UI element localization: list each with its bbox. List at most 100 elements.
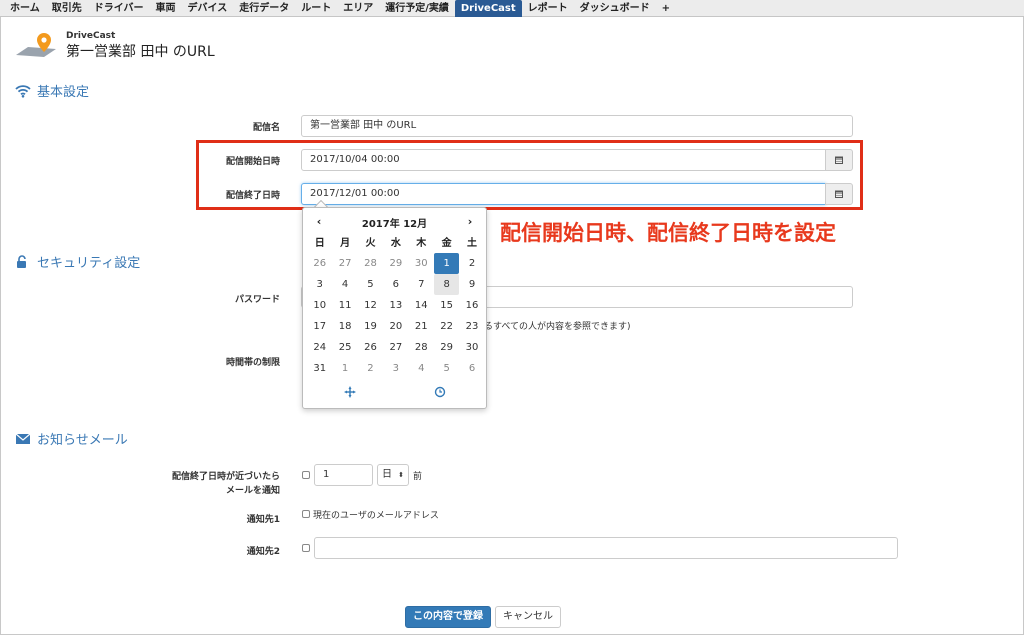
nav-item-driving-data[interactable]: 走行データ xyxy=(233,0,295,17)
datepicker-day[interactable]: 30 xyxy=(459,337,484,358)
nav-item-drivecast[interactable]: DriveCast xyxy=(454,0,522,17)
app-name: DriveCast xyxy=(66,31,116,41)
datepicker-day[interactable]: 23 xyxy=(459,316,484,337)
datepicker-day[interactable]: 18 xyxy=(332,316,357,337)
datepicker-day[interactable]: 4 xyxy=(332,274,357,295)
datepicker-dow: 木 xyxy=(416,238,427,249)
to2-field[interactable] xyxy=(314,537,898,559)
to1-label: 通知先1 xyxy=(246,515,280,525)
submit-button[interactable]: この内容で登録 xyxy=(405,606,491,628)
datepicker-dow: 月 xyxy=(340,238,351,249)
datepicker-day[interactable]: 28 xyxy=(358,253,383,274)
datepicker-day[interactable]: 14 xyxy=(409,295,434,316)
notify-unit-select[interactable]: 日 ⬍ xyxy=(377,464,409,486)
datepicker-day[interactable]: 28 xyxy=(409,337,434,358)
notify-label-line1: 配信終了日時が近づいたら xyxy=(171,472,280,482)
section-mail-title: お知らせメール xyxy=(37,433,128,448)
nav-item-routes[interactable]: ルート xyxy=(295,0,337,17)
cancel-button[interactable]: キャンセル xyxy=(495,606,561,628)
datepicker-day[interactable]: 13 xyxy=(383,295,408,316)
to2-checkbox[interactable] xyxy=(302,544,310,552)
datepicker-day[interactable]: 30 xyxy=(409,253,434,274)
notify-unit-value: 日 xyxy=(382,469,392,480)
drivecast-logo-icon xyxy=(16,33,56,57)
datepicker-day[interactable]: 1 xyxy=(332,358,357,379)
datepicker-day[interactable]: 19 xyxy=(358,316,383,337)
datepicker-day[interactable]: 21 xyxy=(409,316,434,337)
datepicker-day[interactable]: 5 xyxy=(434,358,459,379)
annotation-text: 配信開始日時、配信終了日時を設定 xyxy=(500,221,836,245)
nav-item-areas[interactable]: エリア xyxy=(337,0,379,17)
nav-item-customers[interactable]: 取引先 xyxy=(46,0,88,17)
datepicker-day[interactable]: 29 xyxy=(383,253,408,274)
nav-item-add[interactable]: + xyxy=(656,0,676,17)
datepicker-day[interactable]: 10 xyxy=(307,295,332,316)
name-label: 配信名 xyxy=(252,123,280,133)
nav-item-dashboard[interactable]: ダッシュボード xyxy=(574,0,656,17)
datepicker-dow: 日 xyxy=(314,238,325,249)
datepicker-day[interactable]: 27 xyxy=(383,337,408,358)
datepicker-day[interactable]: 7 xyxy=(409,274,434,295)
datepicker-day[interactable]: 31 xyxy=(307,358,332,379)
datepicker-day[interactable]: 20 xyxy=(383,316,408,337)
datepicker-day[interactable]: 4 xyxy=(409,358,434,379)
time-limit-label: 時間帯の制限 xyxy=(225,358,280,368)
datepicker-week-row: 3456789 xyxy=(307,274,485,295)
datepicker-day[interactable]: 1 xyxy=(433,253,460,274)
datepicker-day[interactable]: 12 xyxy=(358,295,383,316)
name-field[interactable]: 第一営業部 田中 のURL xyxy=(301,115,853,137)
datepicker-day[interactable]: 6 xyxy=(459,358,484,379)
datepicker-day[interactable]: 27 xyxy=(332,253,357,274)
to1-checkbox[interactable] xyxy=(302,510,310,518)
datepicker-day[interactable]: 24 xyxy=(307,337,332,358)
datepicker-dow: 火 xyxy=(365,238,376,249)
notify-checkbox[interactable] xyxy=(302,471,310,479)
datepicker-next-button[interactable]: › xyxy=(460,215,480,228)
datepicker-day[interactable]: 5 xyxy=(358,274,383,295)
datepicker-day[interactable]: 9 xyxy=(459,274,484,295)
nav-item-vehicles[interactable]: 車両 xyxy=(150,0,182,17)
datepicker-day[interactable]: 3 xyxy=(307,274,332,295)
top-nav: ホーム 取引先 ドライバー 車両 デバイス 走行データ ルート エリア 運行予定… xyxy=(0,0,1024,17)
page-title: 第一営業部 田中 のURL xyxy=(66,44,215,60)
datepicker-day[interactable]: 17 xyxy=(307,316,332,337)
to1-text: 現在のユーザのメールアドレス xyxy=(313,511,439,521)
nav-item-home[interactable]: ホーム xyxy=(4,0,46,17)
datepicker-prev-button[interactable]: ‹ xyxy=(309,215,329,228)
nav-item-drivers[interactable]: ドライバー xyxy=(88,0,150,17)
select-arrows-icon: ⬍ xyxy=(398,471,404,479)
datepicker-day[interactable]: 8 xyxy=(433,274,460,295)
datepicker-day[interactable]: 11 xyxy=(332,295,357,316)
datepicker-week-row: 24 25 26 27 28 29 30 xyxy=(307,337,485,358)
datepicker-day[interactable]: 26 xyxy=(307,253,332,274)
datepicker-week-row: 26 27 28 29 30 1 2 xyxy=(307,253,485,274)
section-mail-heading: お知らせメール xyxy=(15,429,128,448)
section-basic-title: 基本設定 xyxy=(37,85,90,100)
datepicker-day[interactable]: 25 xyxy=(332,337,357,358)
datepicker-day[interactable]: 16 xyxy=(459,295,484,316)
datepicker-week-row: 31 1 2 3 4 5 6 xyxy=(307,358,485,379)
datepicker-day[interactable]: 22 xyxy=(434,316,459,337)
nav-item-schedule[interactable]: 運行予定/実績 xyxy=(379,0,455,17)
move-icon[interactable] xyxy=(344,386,356,398)
notify-suffix: 前 xyxy=(413,472,423,482)
password-label: パスワード xyxy=(234,295,280,305)
datepicker-grid: 日月火水木金土 26 27 28 29 30 1 2 3 4 5 6 7 8 9 10 11 12 13 14 15 16… xyxy=(307,233,485,379)
to2-label: 通知先2 xyxy=(246,547,280,557)
datepicker-week-row: 10 11 12 13 14 15 16 xyxy=(307,295,485,316)
datepicker-day[interactable]: 6 xyxy=(383,274,408,295)
datepicker-dow: 金 xyxy=(441,238,452,249)
datepicker-title[interactable]: 2017年 12月 xyxy=(343,215,446,230)
datepicker-day[interactable]: 15 xyxy=(434,295,459,316)
datepicker-day[interactable]: 29 xyxy=(434,337,459,358)
datepicker-day[interactable]: 3 xyxy=(383,358,408,379)
nav-item-reports[interactable]: レポート xyxy=(522,0,574,17)
password-note: るすべての人が内容を参照できます) xyxy=(484,322,631,332)
nav-item-devices[interactable]: デバイス xyxy=(182,0,234,17)
notify-days-field[interactable]: 1 xyxy=(314,464,373,486)
datepicker-day[interactable]: 26 xyxy=(358,337,383,358)
datepicker-day[interactable]: 2 xyxy=(459,253,484,274)
datepicker-day[interactable]: 2 xyxy=(358,358,383,379)
wifi-icon xyxy=(15,84,31,98)
clock-icon[interactable] xyxy=(434,386,446,398)
